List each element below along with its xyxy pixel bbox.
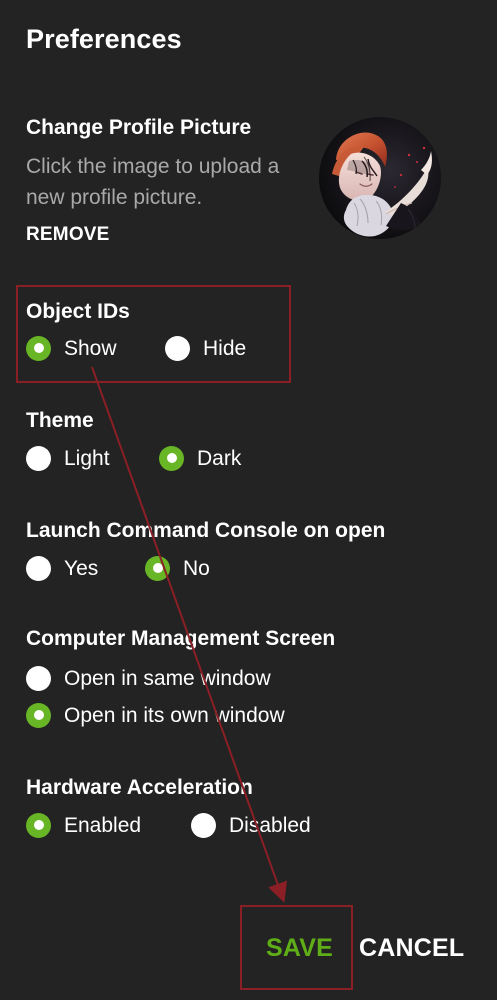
radio-selected-icon [26,702,51,728]
option-label: Enabled [64,813,142,837]
launch-console-title: Launch Command Console on open [26,519,386,542]
launch-console-no-option[interactable]: No [145,554,210,582]
cancel-button[interactable]: CANCEL [359,936,464,961]
remove-profile-picture-button[interactable]: REMOVE [26,224,110,246]
radio-unselected-icon [165,335,190,361]
radio-unselected-icon [26,665,51,691]
profile-picture-title: Change Profile Picture [26,116,252,139]
theme-light-option[interactable]: Light [26,444,110,472]
option-label: Hide [203,336,247,360]
profile-avatar-icon [319,117,441,239]
launch-console-yes-option[interactable]: Yes [26,554,98,582]
radio-selected-icon [145,555,170,581]
option-label: Yes [64,556,99,580]
radio-selected-icon [26,812,51,838]
page-title: Preferences [26,24,182,54]
radio-selected-icon [159,445,184,471]
profile-avatar[interactable] [319,117,441,239]
option-label: No [183,556,210,580]
object-ids-hide-option[interactable]: Hide [165,334,246,362]
hardware-acceleration-enabled-option[interactable]: Enabled [26,811,141,839]
option-label: Show [64,336,117,360]
preferences-panel: Preferences Change Profile Picture Click… [0,0,497,1000]
object-ids-show-option[interactable]: Show [26,334,117,362]
option-label: Dark [197,446,242,470]
option-label: Light [64,446,110,470]
computer-management-title: Computer Management Screen [26,627,336,650]
theme-title: Theme [26,409,94,432]
radio-unselected-icon [26,555,51,581]
option-label: Open in same window [64,666,271,690]
radio-unselected-icon [26,445,51,471]
theme-dark-option[interactable]: Dark [159,444,241,472]
radio-selected-icon [26,335,51,361]
save-button[interactable]: SAVE [266,936,333,961]
option-label: Disabled [229,813,311,837]
computer-management-same-window-option[interactable]: Open in same window [26,664,271,692]
option-label: Open in its own window [64,703,285,727]
computer-management-own-window-option[interactable]: Open in its own window [26,701,285,729]
hardware-acceleration-title: Hardware Acceleration [26,776,253,799]
radio-unselected-icon [191,812,216,838]
profile-picture-hint: Click the image to upload a new profile … [26,155,280,209]
object-ids-title: Object IDs [26,300,130,323]
hardware-acceleration-disabled-option[interactable]: Disabled [191,811,311,839]
